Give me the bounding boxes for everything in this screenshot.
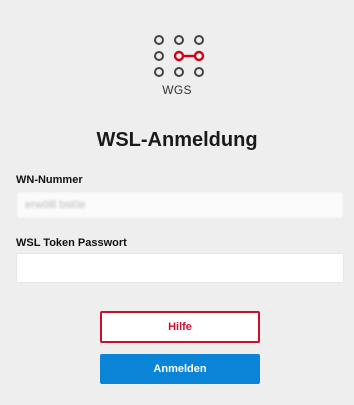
login-button[interactable]: Anmelden	[100, 354, 260, 384]
logo-text: WGS	[162, 83, 192, 97]
wn-number-input[interactable]	[16, 191, 344, 219]
login-panel: WGS WSL-Anmeldung WN-Nummer WSL Token Pa…	[0, 0, 354, 405]
wn-number-label: WN-Nummer	[16, 174, 83, 186]
help-button[interactable]: Hilfe	[100, 311, 260, 343]
wgs-logo-icon	[154, 35, 205, 77]
page-title: WSL-Anmeldung	[96, 129, 258, 151]
token-password-input[interactable]	[16, 253, 344, 283]
token-password-label: WSL Token Passwort	[16, 237, 127, 249]
